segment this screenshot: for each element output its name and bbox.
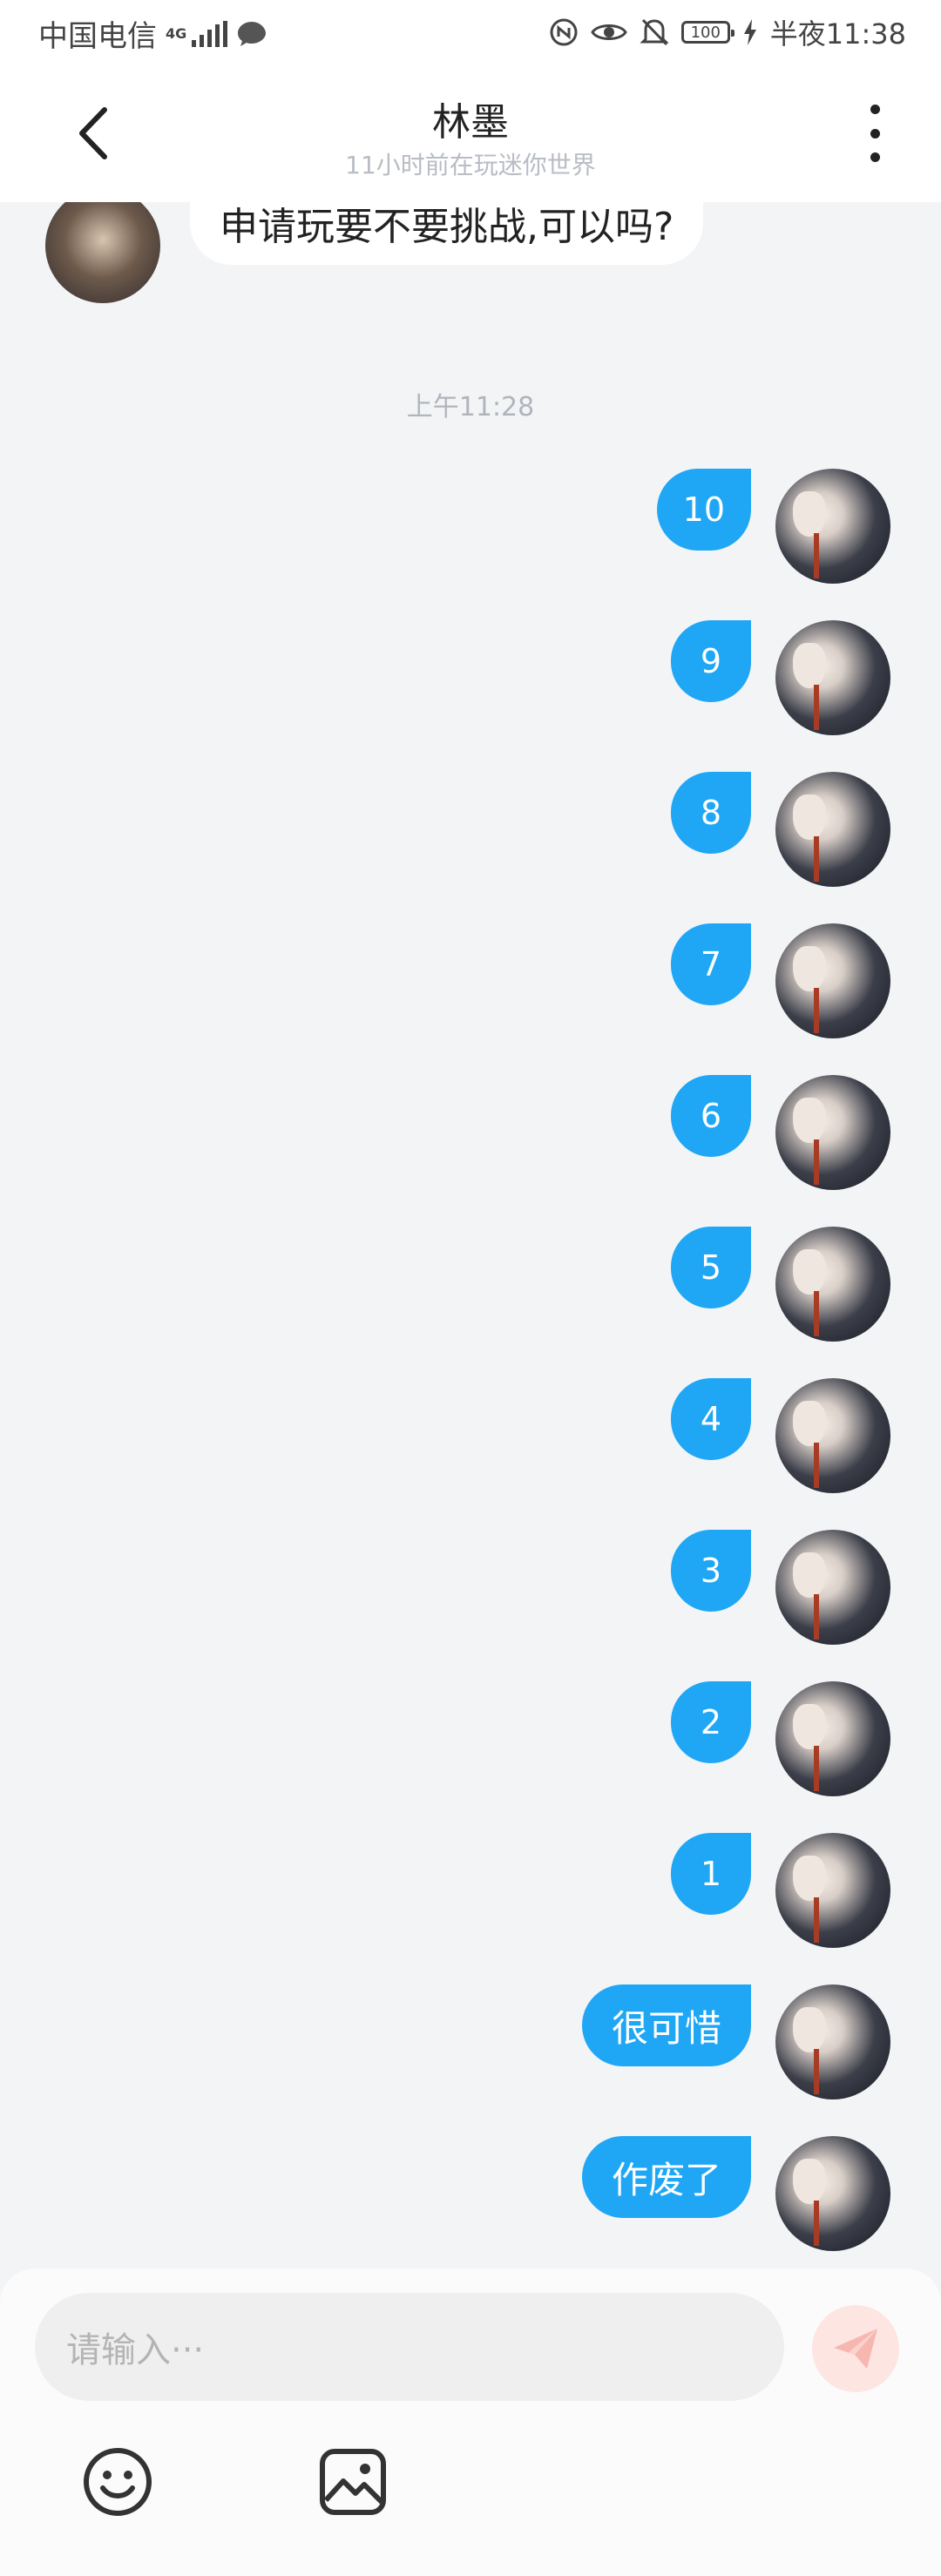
chat-bubble-icon <box>238 21 267 46</box>
outgoing-message: 作废了 <box>581 2136 751 2218</box>
message-row: 3 <box>0 1530 941 1652</box>
timestamp: 上午11:28 <box>406 392 535 423</box>
incoming-message: 申请玩要不要挑战,可以吗? <box>190 202 704 265</box>
my-avatar[interactable] <box>775 469 890 584</box>
battery-icon: 100 <box>680 21 735 44</box>
mute-icon <box>640 18 669 46</box>
my-avatar[interactable] <box>775 1833 890 1948</box>
contact-avatar[interactable] <box>45 202 160 303</box>
composer: 请输入··· <box>0 2268 941 2576</box>
more-vertical-icon[interactable] <box>866 105 883 162</box>
carrier-label: 中国电信 <box>38 19 157 54</box>
status-left: 中国电信 4G <box>38 12 267 55</box>
my-avatar[interactable] <box>775 620 890 735</box>
message-row: 很可惜 <box>0 1984 941 2106</box>
my-avatar[interactable] <box>775 1075 890 1190</box>
outgoing-message: 10 <box>656 469 751 551</box>
network-type: 4G <box>166 25 187 42</box>
status-right: 100 半夜11:38 <box>549 12 906 52</box>
outgoing-message: 1 <box>671 1833 751 1915</box>
send-button[interactable] <box>812 2305 899 2392</box>
message-list[interactable]: 申请玩要不要挑战,可以吗? 上午11:28 10 9 8 7 6 5 4 3 2… <box>0 202 941 2268</box>
my-avatar[interactable] <box>775 1227 890 1342</box>
charging-icon <box>743 19 756 45</box>
eye-icon <box>591 24 627 40</box>
my-avatar[interactable] <box>775 1530 890 1645</box>
outgoing-message: 8 <box>671 772 751 854</box>
contact-status: 11小时前在玩迷你世界 <box>345 151 596 179</box>
outgoing-message: 3 <box>671 1530 751 1612</box>
outgoing-message: 5 <box>671 1227 751 1308</box>
nfc-icon <box>550 18 578 46</box>
send-icon <box>834 2329 877 2369</box>
outgoing-message: 2 <box>671 1681 751 1763</box>
message-row: 5 <box>0 1227 941 1349</box>
emoji-icon[interactable] <box>82 2446 153 2518</box>
message-input[interactable]: 请输入··· <box>35 2293 784 2401</box>
my-avatar[interactable] <box>775 1378 890 1493</box>
my-avatar[interactable] <box>775 2136 890 2251</box>
signal-icon <box>192 20 228 47</box>
my-avatar[interactable] <box>775 1681 890 1796</box>
message-row: 7 <box>0 923 941 1045</box>
message-row: 9 <box>0 620 941 742</box>
image-icon[interactable] <box>317 2446 389 2518</box>
outgoing-message: 很可惜 <box>581 1984 751 2066</box>
message-row: 4 <box>0 1378 941 1500</box>
chat-header: 林墨 11小时前在玩迷你世界 <box>0 63 941 202</box>
battery-level: 100 <box>690 23 721 42</box>
outgoing-message: 9 <box>671 620 751 702</box>
my-avatar[interactable] <box>775 1984 890 2099</box>
outgoing-message: 6 <box>671 1075 751 1157</box>
message-row: 6 <box>0 1075 941 1197</box>
message-row: 10 <box>0 469 941 591</box>
contact-name: 林墨 <box>432 100 509 145</box>
my-avatar[interactable] <box>775 772 890 887</box>
message-row: 1 <box>0 1833 941 1955</box>
message-row: 8 <box>0 772 941 894</box>
status-bar: 中国电信 4G 100 半夜11:38 <box>0 0 941 63</box>
outgoing-message: 4 <box>671 1378 751 1460</box>
clock: 半夜11:38 <box>769 17 906 51</box>
outgoing-message: 7 <box>671 923 751 1005</box>
my-avatar[interactable] <box>775 923 890 1038</box>
message-row: 2 <box>0 1681 941 1803</box>
message-row: 作废了 <box>0 2136 941 2258</box>
